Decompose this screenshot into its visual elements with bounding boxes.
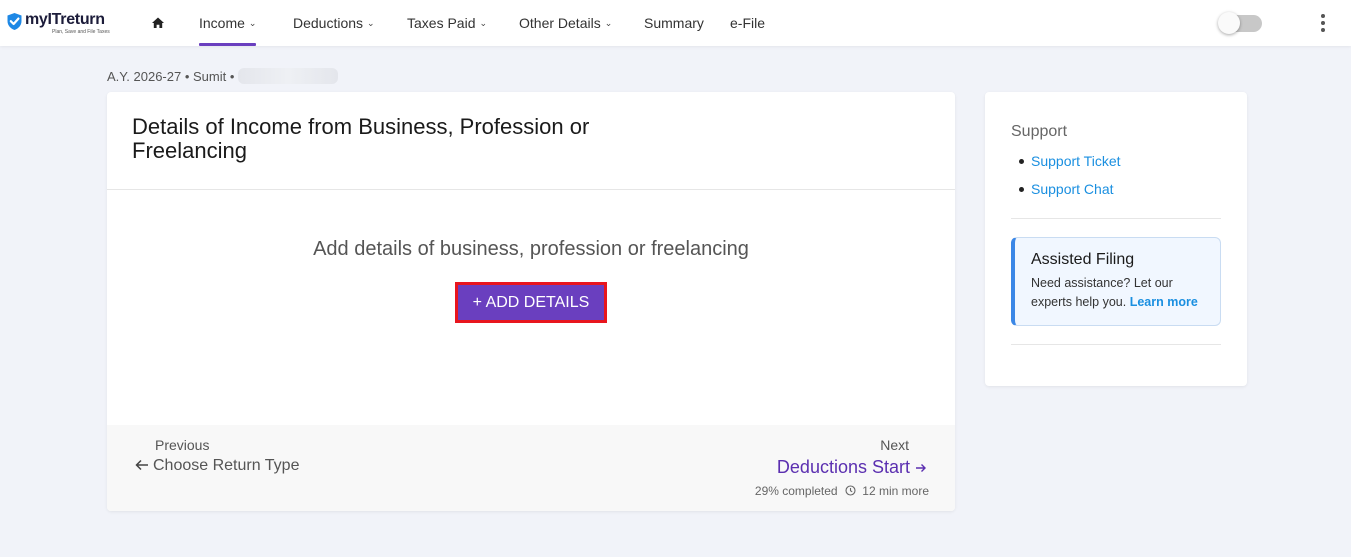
nav-other-details[interactable]: Other Details ⌄ bbox=[519, 15, 612, 46]
chevron-down-icon: ⌄ bbox=[367, 18, 375, 28]
progress-info: 29% completed 12 min more bbox=[755, 484, 929, 498]
arrow-right-icon bbox=[916, 464, 926, 472]
empty-state-message: Add details of business, profession or f… bbox=[313, 238, 749, 260]
page-title: Details of Income from Business, Profess… bbox=[132, 114, 590, 163]
assisted-filing-text: Need assistance? Let our experts help yo… bbox=[1031, 274, 1216, 312]
support-chat-link[interactable]: Support Chat bbox=[1019, 181, 1121, 197]
nav-summary[interactable]: Summary bbox=[644, 15, 704, 46]
support-title: Support bbox=[1011, 123, 1068, 140]
assisted-filing-box: Assisted Filing Need assistance? Let our… bbox=[1011, 237, 1221, 326]
breadcrumb-text: A.Y. 2026-27 • Sumit • bbox=[107, 69, 235, 84]
clock-icon bbox=[845, 485, 856, 496]
divider bbox=[1011, 218, 1221, 219]
previous-link-label: Choose Return Type bbox=[153, 457, 300, 474]
brand-tagline: Plan, Save and File Taxes bbox=[52, 29, 110, 35]
home-icon[interactable] bbox=[150, 15, 166, 31]
brand-logo[interactable]: myITreturn Plan, Save and File Taxes bbox=[6, 9, 126, 39]
toggle-knob bbox=[1218, 12, 1240, 34]
chevron-down-icon: ⌄ bbox=[479, 18, 488, 28]
nav-deductions-label: Deductions bbox=[293, 15, 364, 31]
nav-deductions[interactable]: Deductions ⌄ bbox=[293, 15, 375, 46]
next-label: Next bbox=[880, 437, 909, 453]
progress-text: 29% completed bbox=[754, 484, 838, 498]
next-link[interactable]: Deductions Start bbox=[777, 457, 927, 478]
more-vert-icon[interactable] bbox=[1318, 14, 1328, 34]
theme-toggle[interactable] bbox=[1218, 12, 1262, 34]
redacted-pan bbox=[238, 68, 339, 84]
nav-income-label: Income bbox=[199, 15, 245, 31]
brand-name: myITreturn bbox=[25, 11, 105, 28]
learn-more-link[interactable]: Learn more bbox=[1130, 295, 1198, 309]
divider bbox=[1011, 344, 1221, 345]
breadcrumb: A.Y. 2026-27 • Sumit • bbox=[107, 68, 339, 84]
divider bbox=[107, 189, 955, 190]
nav-efile[interactable]: e-File bbox=[730, 15, 765, 46]
chevron-down-icon: ⌄ bbox=[248, 18, 257, 28]
add-details-button[interactable]: + ADD DETAILS bbox=[455, 282, 607, 323]
support-ticket-link[interactable]: Support Ticket bbox=[1019, 153, 1121, 169]
shield-check-icon bbox=[7, 13, 22, 30]
next-link-label: Deductions Start bbox=[776, 457, 910, 477]
previous-link[interactable]: Choose Return Type bbox=[135, 457, 299, 475]
chevron-down-icon: ⌄ bbox=[604, 18, 613, 28]
time-remaining: 12 min more bbox=[862, 484, 929, 498]
arrow-left-icon bbox=[135, 459, 148, 471]
card-footer: Previous Choose Return Type Next Deducti… bbox=[107, 425, 955, 511]
nav-efile-label: e-File bbox=[730, 15, 766, 31]
support-links: Support Ticket Support Chat bbox=[1019, 153, 1121, 209]
nav-taxes-paid[interactable]: Taxes Paid ⌄ bbox=[407, 15, 487, 46]
nav-summary-label: Summary bbox=[644, 15, 704, 31]
income-card: Details of Income from Business, Profess… bbox=[107, 92, 955, 511]
nav-other-details-label: Other Details bbox=[519, 15, 601, 31]
assisted-filing-title: Assisted Filing bbox=[1031, 251, 1135, 268]
support-sidebar: Support Support Ticket Support Chat Assi… bbox=[985, 92, 1247, 386]
top-nav-bar: myITreturn Plan, Save and File Taxes Inc… bbox=[0, 0, 1351, 46]
previous-label: Previous bbox=[155, 437, 210, 453]
nav-income[interactable]: Income ⌄ bbox=[199, 15, 257, 46]
nav-taxes-paid-label: Taxes Paid bbox=[407, 15, 476, 31]
